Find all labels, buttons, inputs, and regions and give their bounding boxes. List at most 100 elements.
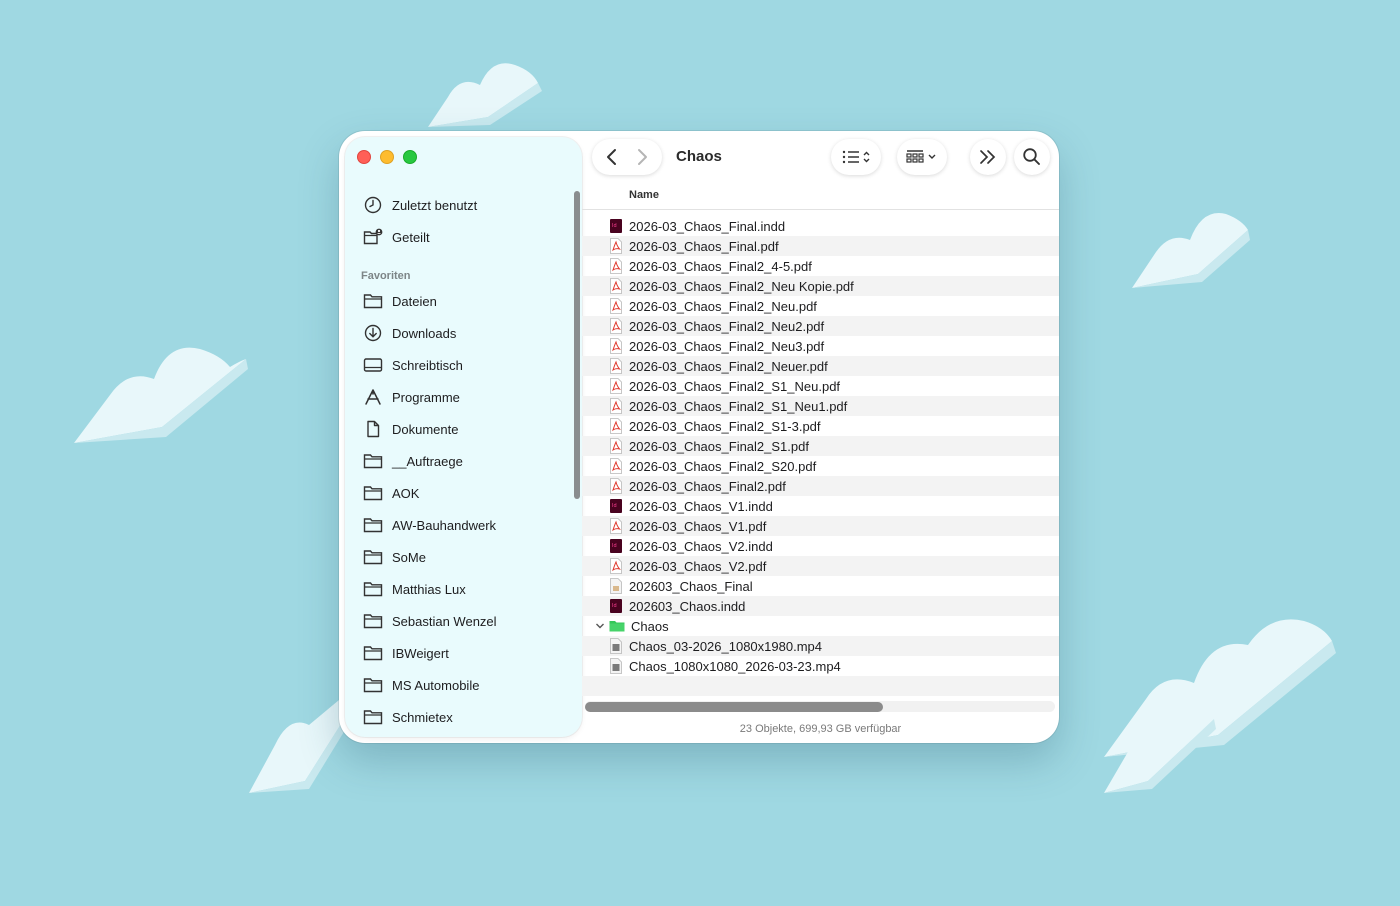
folder-icon (363, 454, 383, 469)
file-row[interactable]: Id 2026-03_Chaos_V2.indd (582, 536, 1059, 556)
disclosure-toggle[interactable] (590, 622, 609, 630)
file-row[interactable]: 2026-03_Chaos_Final2_S1.pdf (582, 436, 1059, 456)
sidebar-item-matthias-lux[interactable]: Matthias Lux (363, 577, 563, 601)
file-row[interactable]: Id 2026-03_Chaos_V1.indd (582, 496, 1059, 516)
back-icon[interactable] (597, 145, 627, 169)
empty-row (582, 676, 1059, 696)
folder-icon (609, 621, 625, 632)
file-row[interactable]: 202603_Chaos_Final (582, 576, 1059, 596)
file-row[interactable]: Id 2026-03_Chaos_Final.indd (582, 216, 1059, 236)
file-row[interactable]: 2026-03_Chaos_Final2_Neuer.pdf (582, 356, 1059, 376)
generic-file-icon (610, 578, 622, 594)
file-row[interactable]: 2026-03_Chaos_Final2_Neu Kopie.pdf (582, 276, 1059, 296)
file-row[interactable]: 2026-03_Chaos_V1.pdf (582, 516, 1059, 536)
file-name: 202603_Chaos.indd (629, 598, 746, 614)
file-row[interactable]: 2026-03_Chaos_Final2_S1-3.pdf (582, 416, 1059, 436)
sidebar-item-label: Geteilt (392, 229, 430, 245)
sidebar-item-shared[interactable]: Geteilt (363, 225, 563, 249)
indesign-file-icon: Id (610, 539, 622, 553)
search-button[interactable] (1014, 139, 1050, 175)
file-name: 2026-03_Chaos_Final2_S1_Neu.pdf (629, 378, 841, 394)
file-name: 2026-03_Chaos_Final2_Neu.pdf (629, 298, 817, 314)
sidebar-item-schmietex[interactable]: Schmietex (363, 705, 563, 729)
file-name: 2026-03_Chaos_Final2_Neu3.pdf (629, 338, 825, 354)
sidebar: Zuletzt benutzt Geteilt Favoriten Dateie… (345, 137, 582, 737)
minimize-window-button[interactable] (380, 150, 394, 164)
file-row[interactable]: 2026-03_Chaos_Final2_Neu.pdf (582, 296, 1059, 316)
file-name: 2026-03_Chaos_V2.pdf (629, 558, 767, 574)
file-name: 2026-03_Chaos_Final2_S1-3.pdf (629, 418, 821, 434)
sidebar-item-some[interactable]: SoMe (363, 545, 563, 569)
sidebar-item-sebastian-wenzel[interactable]: Sebastian Wenzel (363, 609, 563, 633)
close-window-button[interactable] (357, 150, 371, 164)
window-title: Chaos (676, 148, 722, 165)
file-name: 2026-03_Chaos_Final2_4-5.pdf (629, 258, 812, 274)
file-name: 2026-03_Chaos_V1.indd (629, 498, 773, 514)
file-name: Chaos_03-2026_1080x1980.mp4 (629, 638, 822, 654)
file-row[interactable]: 2026-03_Chaos_Final2.pdf (582, 476, 1059, 496)
column-header-label: Name (629, 189, 659, 201)
sidebar-item-programme[interactable]: Programme (363, 385, 563, 409)
file-row[interactable]: Id 202603_Chaos.indd (582, 596, 1059, 616)
sidebar-item-recents[interactable]: Zuletzt benutzt (363, 193, 563, 217)
sidebar-item-ms-automobile[interactable]: MS Automobile (363, 673, 563, 697)
sidebar-item-label: Programme (392, 389, 460, 405)
sidebar-item-downloads[interactable]: Downloads (363, 321, 563, 345)
file-name: 2026-03_Chaos_Final2_S1_Neu1.pdf (629, 398, 848, 414)
sidebar-item-auftraege[interactable]: __Auftraege (363, 449, 563, 473)
search-icon (1023, 148, 1040, 165)
toolbar: Chaos (582, 131, 1059, 183)
file-row[interactable]: 2026-03_Chaos_Final.pdf (582, 236, 1059, 256)
folder-icon (363, 518, 383, 533)
sidebar-item-aok[interactable]: AOK (363, 481, 563, 505)
sidebar-item-label: Sebastian Wenzel (392, 613, 497, 629)
file-row[interactable]: 2026-03_Chaos_Final2_Neu2.pdf (582, 316, 1059, 336)
file-row[interactable]: 2026-03_Chaos_V2.pdf (582, 556, 1059, 576)
sidebar-item-dokumente[interactable]: Dokumente (363, 417, 563, 441)
horizontal-scrollbar-thumb[interactable] (585, 702, 883, 712)
indesign-file-icon: Id (610, 219, 622, 233)
more-toolbar-button[interactable] (970, 139, 1006, 175)
sidebar-item-label: IBWeigert (392, 645, 449, 661)
sidebar-item-label: Downloads (392, 325, 457, 341)
forward-icon[interactable] (627, 145, 657, 169)
sidebar-item-label: Dokumente (392, 421, 459, 437)
file-row[interactable]: Chaos_03-2026_1080x1980.mp4 (582, 636, 1059, 656)
sidebar-item-aw-bauhandwerk[interactable]: AW-Bauhandwerk (363, 513, 563, 537)
name-column-header[interactable]: Name (582, 183, 1059, 210)
file-name: 2026-03_Chaos_V1.pdf (629, 518, 767, 534)
view-list-button[interactable] (831, 139, 881, 175)
zoom-window-button[interactable] (403, 150, 417, 164)
file-row[interactable]: 2026-03_Chaos_Final2_Neu3.pdf (582, 336, 1059, 356)
file-row[interactable]: 2026-03_Chaos_Final2_4-5.pdf (582, 256, 1059, 276)
group-button[interactable] (897, 139, 947, 175)
folder-icon (363, 678, 383, 693)
sidebar-item-dateien[interactable]: Dateien (363, 289, 563, 313)
file-name: Chaos_1080x1080_2026-03-23.mp4 (629, 658, 841, 674)
file-row[interactable]: 2026-03_Chaos_Final2_S20.pdf (582, 456, 1059, 476)
desktop-icon (363, 358, 383, 372)
sidebar-item-label: Zuletzt benutzt (392, 197, 478, 213)
sidebar-item-label: Dateien (392, 293, 437, 309)
folder-row[interactable]: Chaos (582, 616, 1059, 636)
file-name: 2026-03_Chaos_Final2_Neu Kopie.pdf (629, 278, 854, 294)
sidebar-item-schreibtisch[interactable]: Schreibtisch (363, 353, 563, 377)
applications-icon (365, 389, 381, 405)
pdf-file-icon (610, 398, 622, 414)
folder-icon (363, 486, 383, 501)
file-row[interactable]: 2026-03_Chaos_Final2_S1_Neu1.pdf (582, 396, 1059, 416)
pdf-file-icon (610, 258, 622, 274)
svg-text:Id: Id (612, 503, 617, 509)
chevron-double-right-icon (980, 150, 996, 164)
svg-text:Id: Id (612, 223, 617, 229)
sidebar-item-label: AW-Bauhandwerk (392, 517, 497, 533)
cloud-decoration (74, 347, 248, 443)
pdf-file-icon (610, 338, 622, 354)
file-list: Id 2026-03_Chaos_Final.indd 2026-03_Chao… (582, 216, 1059, 696)
file-name: 2026-03_Chaos_Final2_S1.pdf (629, 438, 809, 454)
file-row[interactable]: Chaos_1080x1080_2026-03-23.mp4 (582, 656, 1059, 676)
sidebar-item-ibweigert[interactable]: IBWeigert (363, 641, 563, 665)
sidebar-scrollbar[interactable] (574, 191, 580, 499)
file-row[interactable]: 2026-03_Chaos_Final2_S1_Neu.pdf (582, 376, 1059, 396)
folder-icon (363, 294, 383, 309)
